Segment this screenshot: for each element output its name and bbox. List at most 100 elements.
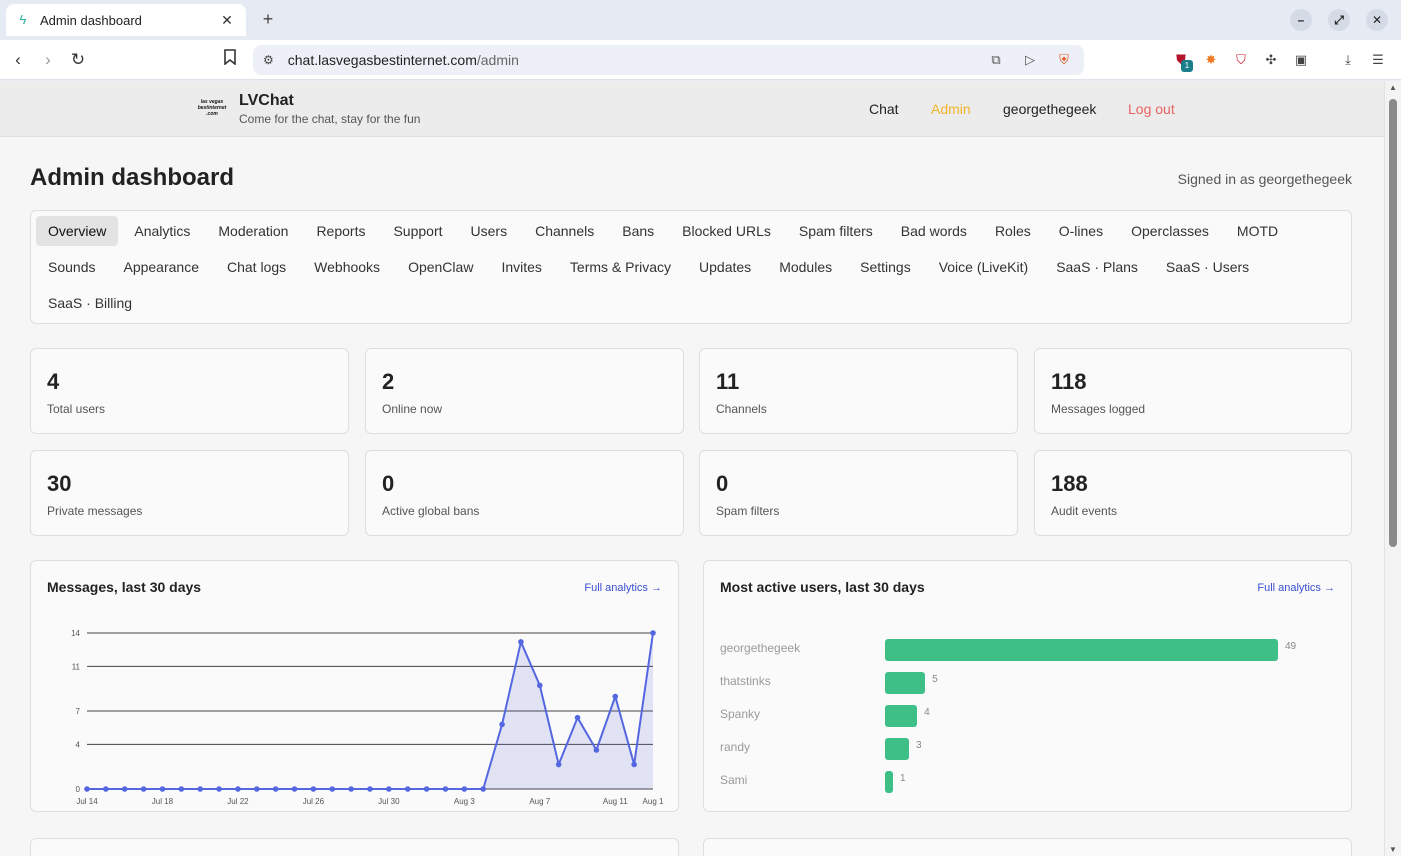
tab-o-lines[interactable]: O-lines bbox=[1047, 216, 1115, 246]
page-scrollbar[interactable]: ▲ ▼ bbox=[1384, 81, 1401, 856]
stat-label: Total users bbox=[47, 402, 106, 416]
data-point bbox=[423, 786, 430, 792]
browser-tab[interactable]: ϟ Admin dashboard ✕ bbox=[6, 4, 246, 36]
open-external-icon[interactable]: ⧉ bbox=[986, 50, 1006, 70]
restore-icon[interactable]: ⤢ bbox=[1328, 9, 1350, 31]
tab-modules[interactable]: Modules bbox=[767, 252, 844, 282]
tab-users[interactable]: Users bbox=[459, 216, 520, 246]
tab-channels[interactable]: Channels bbox=[523, 216, 606, 246]
send-icon[interactable]: ▷ bbox=[1020, 50, 1040, 70]
wallet-icon[interactable]: ▣ bbox=[1291, 50, 1311, 70]
nav-admin-link[interactable]: Admin bbox=[931, 101, 971, 117]
rewards-icon[interactable]: ✸ bbox=[1201, 50, 1221, 70]
scroll-down-icon[interactable]: ▼ bbox=[1388, 845, 1398, 854]
x-tick-label: Jul 14 bbox=[76, 797, 98, 806]
tab-bans[interactable]: Bans bbox=[610, 216, 666, 246]
data-point bbox=[386, 786, 392, 792]
y-tick-label: 7 bbox=[76, 707, 81, 716]
scroll-thumb[interactable] bbox=[1389, 99, 1397, 547]
tab-sounds[interactable]: Sounds bbox=[36, 252, 107, 282]
nav-chat-link[interactable]: Chat bbox=[869, 101, 899, 117]
tab-blocked-urls[interactable]: Blocked URLs bbox=[670, 216, 783, 246]
extension-badge: 1 bbox=[1181, 60, 1193, 72]
ublock-icon[interactable]: ⛊ 1 bbox=[1171, 50, 1193, 72]
data-point bbox=[291, 786, 298, 792]
tab-updates[interactable]: Updates bbox=[687, 252, 763, 282]
x-tick-label: Aug 11 bbox=[603, 797, 628, 806]
data-point bbox=[216, 786, 222, 792]
close-icon[interactable]: ✕ bbox=[218, 12, 236, 29]
tab-saas-plans[interactable]: SaaS · Plans bbox=[1044, 252, 1150, 282]
site-settings-icon[interactable]: ⚙ bbox=[263, 53, 274, 67]
bar-value: 5 bbox=[932, 674, 938, 685]
tab-chat-logs[interactable]: Chat logs bbox=[215, 252, 298, 282]
url-site: chat.lasvegasbestinternet.com bbox=[287, 52, 477, 68]
nav-user-link[interactable]: georgethegeek bbox=[1003, 101, 1096, 117]
tab-appearance[interactable]: Appearance bbox=[111, 252, 211, 282]
tab-overview[interactable]: Overview bbox=[36, 216, 119, 246]
bar-label: thatstinks bbox=[720, 674, 771, 688]
reload-icon[interactable]: ↻ bbox=[66, 48, 90, 72]
menu-icon[interactable]: ☰ bbox=[1368, 50, 1388, 70]
address-bar[interactable]: ⚙ chat.lasvegasbestinternet.com/admin ⧉ … bbox=[253, 45, 1084, 75]
bar-value: 3 bbox=[916, 740, 922, 751]
x-tick-label: Jul 30 bbox=[378, 797, 400, 806]
scroll-up-icon[interactable]: ▲ bbox=[1388, 83, 1398, 92]
data-point bbox=[235, 786, 241, 792]
tab-reports[interactable]: Reports bbox=[304, 216, 377, 246]
x-tick-label: Jul 26 bbox=[303, 797, 325, 806]
back-icon[interactable]: ‹ bbox=[6, 48, 30, 72]
logout-link[interactable]: Log out bbox=[1128, 101, 1175, 117]
bookmark-icon[interactable] bbox=[218, 48, 242, 72]
tab-support[interactable]: Support bbox=[381, 216, 454, 246]
tab-saas-billing[interactable]: SaaS · Billing bbox=[36, 288, 144, 318]
data-point bbox=[650, 630, 656, 636]
messages-line-chart: 0 4 7 11 14 Jul 14 Jul 18 Jul 22 Jul 26 Jul 30 Aug… bbox=[71, 629, 664, 806]
panel-title: Most active users, last 30 days bbox=[720, 579, 925, 595]
site-logo[interactable]: las vegas bestinternet .com bbox=[196, 99, 228, 119]
bar bbox=[885, 672, 926, 694]
brave-shield-icon[interactable]: ⛨ bbox=[1054, 50, 1074, 70]
bar bbox=[885, 639, 1278, 661]
tab-spam-filters[interactable]: Spam filters bbox=[787, 216, 885, 246]
tab-operclasses[interactable]: Operclasses bbox=[1119, 216, 1221, 246]
stat-card-messages-logged: 118 Messages logged bbox=[1034, 348, 1352, 434]
data-point bbox=[310, 786, 317, 792]
tab-roles[interactable]: Roles bbox=[983, 216, 1043, 246]
stat-card-online-now: 2 Online now bbox=[365, 348, 684, 434]
bar-label: randy bbox=[720, 740, 751, 754]
bar-label: Spanky bbox=[720, 707, 761, 721]
bar bbox=[885, 738, 910, 760]
stat-value: 0 bbox=[382, 471, 395, 496]
tab-saas-users[interactable]: SaaS · Users bbox=[1154, 252, 1261, 282]
full-analytics-link[interactable]: Full analytics → bbox=[1257, 582, 1335, 594]
tab-terms-privacy[interactable]: Terms & Privacy bbox=[558, 252, 683, 282]
bar bbox=[885, 705, 918, 727]
tab-motd[interactable]: MOTD bbox=[1225, 216, 1290, 246]
tab-webhooks[interactable]: Webhooks bbox=[302, 252, 392, 282]
forward-icon[interactable]: › bbox=[36, 48, 60, 72]
new-tab-icon[interactable]: + bbox=[258, 9, 278, 29]
tab-bad-words[interactable]: Bad words bbox=[889, 216, 979, 246]
bar-value: 49 bbox=[1285, 641, 1297, 652]
data-point bbox=[348, 786, 354, 792]
active-users-panel: Most active users, last 30 days Full ana… bbox=[703, 560, 1352, 812]
tab-analytics[interactable]: Analytics bbox=[122, 216, 202, 246]
tab-invites[interactable]: Invites bbox=[489, 252, 553, 282]
data-point bbox=[159, 786, 166, 792]
tab-settings[interactable]: Settings bbox=[848, 252, 923, 282]
tab-openclaw[interactable]: OpenClaw bbox=[396, 252, 485, 282]
data-point bbox=[84, 786, 90, 792]
bar bbox=[885, 771, 894, 793]
data-point bbox=[631, 761, 637, 768]
minimize-icon[interactable]: – bbox=[1290, 9, 1312, 31]
extensions-icon[interactable]: ✣ bbox=[1261, 50, 1281, 70]
tab-moderation[interactable]: Moderation bbox=[206, 216, 300, 246]
window-close-icon[interactable]: ✕ bbox=[1366, 9, 1388, 31]
download-icon[interactable]: ⤓ bbox=[1338, 50, 1358, 70]
tab-voice-livekit[interactable]: Voice (LiveKit) bbox=[927, 252, 1040, 282]
data-point bbox=[480, 786, 487, 792]
page-title: Admin dashboard bbox=[30, 164, 235, 191]
data-point bbox=[140, 786, 147, 792]
vpn-shield-icon[interactable]: ⛉ bbox=[1231, 50, 1251, 70]
